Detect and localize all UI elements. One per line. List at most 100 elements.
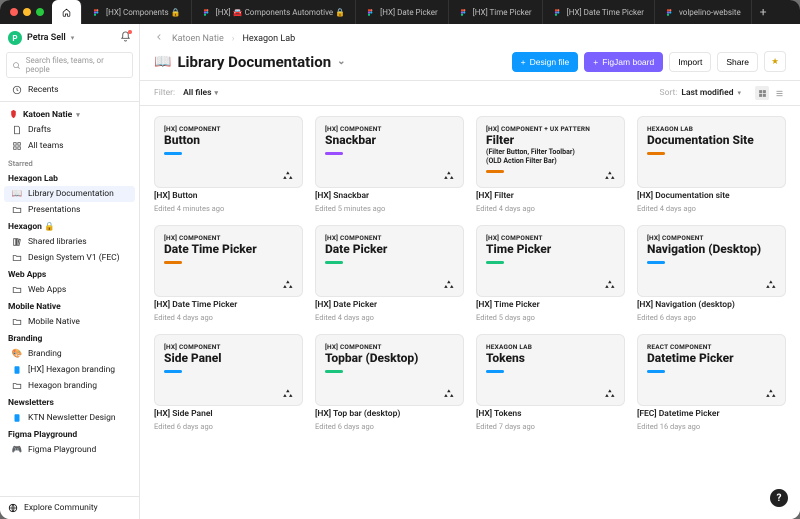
new-design-file-button[interactable]: +Design file xyxy=(512,52,579,72)
tab[interactable]: [HX] Date Time Picker xyxy=(543,0,655,24)
crumb-org[interactable]: Katoen Natie xyxy=(172,34,224,44)
cover-title: Documentation Site xyxy=(647,134,776,147)
star-button[interactable]: ★ xyxy=(764,51,786,72)
folder-icon xyxy=(12,253,22,263)
file-edited-time: Edited 6 days ago xyxy=(154,422,303,431)
file-name: [HX] Navigation (desktop) xyxy=(637,300,786,310)
help-button[interactable]: ? xyxy=(770,489,788,507)
figma-icon xyxy=(202,8,211,17)
cover-title: Side Panel xyxy=(164,352,293,365)
project-design-system-v1[interactable]: Design System V1 (FEC) xyxy=(4,250,135,266)
team-hexagon-lab[interactable]: Hexagon Lab xyxy=(0,170,139,186)
file-card[interactable]: [HX] COMPONENTButton[HX] ButtonEdited 4 … xyxy=(154,116,303,213)
org-logo-icon xyxy=(8,109,19,120)
file-card[interactable]: [HX] COMPONENTDate Picker[HX] Date Picke… xyxy=(315,225,464,322)
filter-all-files[interactable]: All files ▾ xyxy=(183,88,218,98)
file-card[interactable]: [HX] COMPONENTSide Panel[HX] Side PanelE… xyxy=(154,334,303,431)
team-web-apps[interactable]: Web Apps xyxy=(0,266,139,282)
file-edited-time: Edited 7 days ago xyxy=(476,422,625,431)
page-title: Library Documentation xyxy=(177,53,331,71)
file-card[interactable]: REACT COMPONENTDatetime Picker[FEC] Date… xyxy=(637,334,786,431)
new-tab-button[interactable]: + xyxy=(752,5,775,19)
project-hexagon-branding[interactable]: Hexagon branding xyxy=(4,378,135,394)
team-figma-playground[interactable]: Figma Playground xyxy=(0,426,139,442)
team-branding[interactable]: Branding xyxy=(0,330,139,346)
file-card[interactable]: HEXAGON LABDocumentation Site[HX] Docume… xyxy=(637,116,786,213)
figma-icon xyxy=(665,8,674,17)
cover-title: Snackbar xyxy=(325,134,454,147)
library-icon xyxy=(12,237,22,247)
chevron-down-icon: ⌄ xyxy=(337,56,345,67)
team-hexagon[interactable]: Hexagon 🔒 xyxy=(0,218,139,234)
teams-icon xyxy=(12,141,22,151)
file-grid-scroll[interactable]: [HX] COMPONENTButton[HX] ButtonEdited 4 … xyxy=(140,106,800,519)
crumb-team[interactable]: Hexagon Lab xyxy=(242,34,295,44)
cover-eyebrow: [HX] COMPONENT xyxy=(325,343,454,351)
file-card[interactable]: [HX] COMPONENTNavigation (Desktop) [HX] N… xyxy=(637,225,786,322)
project-presentations[interactable]: Presentations xyxy=(4,202,135,218)
file-card[interactable]: HEXAGON LABTokens[HX] TokensEdited 7 day… xyxy=(476,334,625,431)
new-figjam-button[interactable]: +FigJam board xyxy=(584,52,663,72)
folder-emoji-icon: 📖 xyxy=(154,54,171,70)
search-input[interactable]: Search files, teams, or people xyxy=(6,52,133,78)
cover-eyebrow: [HX] COMPONENT xyxy=(325,125,454,133)
file-thumbnail: [HX] COMPONENT + UX PATTERNFilter(Filter… xyxy=(476,116,625,188)
tab[interactable] xyxy=(52,0,82,24)
brand-icon: 🎨 xyxy=(12,349,22,359)
share-button[interactable]: Share xyxy=(717,52,758,72)
tab-label: volpelino-website xyxy=(679,8,741,17)
org-switcher[interactable]: Katoen Natie ▾ xyxy=(0,105,139,122)
project-mobile-native[interactable]: Mobile Native xyxy=(4,314,135,330)
team-mobile-native[interactable]: Mobile Native xyxy=(0,298,139,314)
project-figma-playground[interactable]: 🎮 Figma Playground xyxy=(4,442,135,458)
title-bar: 📖 Library Documentation ⌄ +Design file +… xyxy=(140,45,800,80)
file-card[interactable]: [HX] COMPONENTTime Picker[HX] Time Picke… xyxy=(476,225,625,322)
notifications-button[interactable] xyxy=(120,31,131,45)
sidebar: P Petra Sell ▾ Search files, teams, or p… xyxy=(0,24,140,519)
maximize-window-icon[interactable] xyxy=(36,8,44,16)
tab-label: [HX] Time Picker xyxy=(473,8,532,17)
all-teams-link[interactable]: All teams xyxy=(4,138,135,154)
file-thumbnail: [HX] COMPONENTButton xyxy=(154,116,303,188)
user-switcher[interactable]: P Petra Sell ▾ xyxy=(0,24,139,49)
project-ktn-newsletter[interactable]: KTN Newsletter Design xyxy=(4,410,135,426)
drafts-link[interactable]: Drafts xyxy=(4,122,135,138)
file-card[interactable]: [HX] COMPONENTTopbar (Desktop)[HX] Top b… xyxy=(315,334,464,431)
tab[interactable]: volpelino-website xyxy=(655,0,752,24)
tab[interactable]: [HX] Date Picker xyxy=(356,0,449,24)
minimize-window-icon[interactable] xyxy=(23,8,31,16)
team-newsletters[interactable]: Newsletters xyxy=(0,394,139,410)
component-icon xyxy=(443,279,457,291)
window-controls xyxy=(10,8,44,16)
file-thumbnail: [HX] COMPONENTNavigation (Desktop) xyxy=(637,225,786,297)
project-web-apps[interactable]: Web Apps xyxy=(4,282,135,298)
tab[interactable]: [HX] 🚘 Components Automotive 🔒 xyxy=(192,0,356,24)
project-branding[interactable]: 🎨 Branding xyxy=(4,346,135,362)
component-icon xyxy=(604,279,618,291)
status-chip xyxy=(647,370,665,373)
tab[interactable]: [HX] Time Picker xyxy=(449,0,543,24)
cover-subtitle: (Filter Button, Filter Toolbar)(OLD Acti… xyxy=(486,148,615,165)
file-thumbnail: [HX] COMPONENTDate Time Picker xyxy=(154,225,303,297)
tab[interactable]: [HX] Components 🔒 xyxy=(82,0,192,24)
grid-view-button[interactable] xyxy=(755,86,769,100)
list-view-button[interactable] xyxy=(772,86,786,100)
file-edited-time: Edited 4 days ago xyxy=(476,204,625,213)
explore-community-link[interactable]: Explore Community xyxy=(0,496,139,519)
project-hx-hexagon-branding[interactable]: [HX] Hexagon branding xyxy=(4,362,135,378)
project-shared-libraries[interactable]: Shared libraries xyxy=(4,234,135,250)
file-card[interactable]: [HX] COMPONENTDate Time Picker[HX] Date … xyxy=(154,225,303,322)
back-button[interactable] xyxy=(154,32,164,45)
sort-dropdown[interactable]: Sort: Last modified ▾ xyxy=(660,88,741,98)
recents-link[interactable]: Recents xyxy=(4,82,135,98)
import-button[interactable]: Import xyxy=(669,52,711,72)
project-library-documentation[interactable]: 📖 Library Documentation xyxy=(4,186,135,202)
file-edited-time: Edited 5 minutes ago xyxy=(315,204,464,213)
file-name: [HX] Side Panel xyxy=(154,409,303,419)
file-card[interactable]: [HX] COMPONENT + UX PATTERNFilter(Filter… xyxy=(476,116,625,213)
breadcrumb-bar: Katoen Natie › Hexagon Lab xyxy=(140,24,800,45)
file-card[interactable]: [HX] COMPONENTSnackbar[HX] SnackbarEdite… xyxy=(315,116,464,213)
close-window-icon[interactable] xyxy=(10,8,18,16)
folder-title[interactable]: 📖 Library Documentation ⌄ xyxy=(154,53,346,71)
filter-label: Filter: xyxy=(154,88,175,98)
